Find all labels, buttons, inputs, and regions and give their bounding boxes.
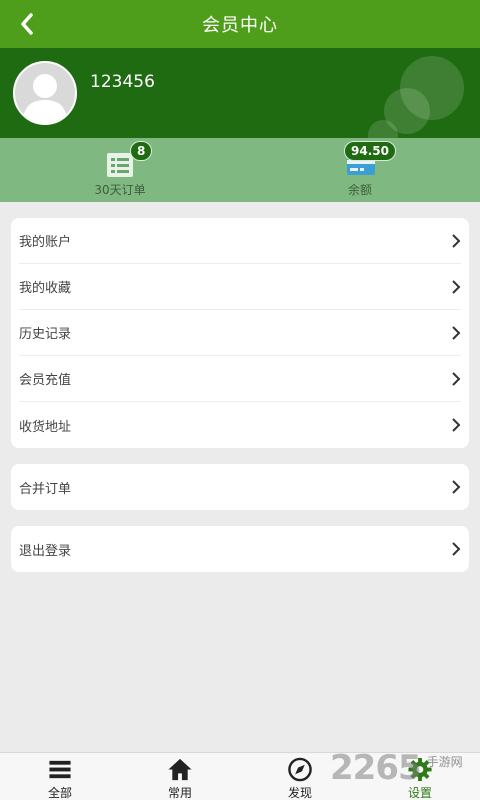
profile-header: 123456 [0,48,480,138]
menu-item-label: 退出登录 [19,543,72,559]
chevron-right-icon [452,233,461,248]
menu-item-recharge[interactable]: 会员充值 [19,356,461,402]
chevron-right-icon [452,279,461,294]
nav-label: 全部 [47,786,72,800]
nav-all[interactable]: 全部 [0,753,120,800]
home-icon [168,758,192,781]
account-menu-card: 我的账户 我的收藏 历史记录 会员充值 收货地址 [11,218,469,448]
logout-card: 退出登录 [11,526,469,572]
menu-item-merge-orders[interactable]: 合并订单 [19,464,461,510]
user-avatar-icon [23,74,67,123]
chevron-left-icon [21,13,33,35]
watermark-text: 手游网 [426,754,463,769]
orders-30d-label: 30天订单 [94,183,146,197]
watermark-logo: 2265 手游网 [330,748,463,788]
balance-label: 余额 [347,183,372,197]
menu-item-label: 我的收藏 [19,281,72,296]
nav-label: 发现 [287,786,312,800]
orders-count-badge: 8 [130,141,153,161]
orders-30d-stat[interactable]: 8 30天订单 [0,138,240,202]
menu-item-label: 收货地址 [19,419,72,435]
chevron-right-icon [452,371,461,386]
back-button[interactable] [10,8,44,40]
nav-common[interactable]: 常用 [120,753,240,800]
list-icon [106,151,134,179]
menu-item-favorites[interactable]: 我的收藏 [19,264,461,310]
balance-badge: 94.50 [344,141,396,161]
watermark-number: 2265 [330,748,422,788]
chevron-right-icon [452,542,461,556]
compass-icon [288,757,312,782]
stats-bar: 8 30天订单 94.50 余额 [0,138,480,202]
menu-item-my-account[interactable]: 我的账户 [19,218,461,264]
chevron-right-icon [452,480,461,494]
page-title: 会员中心 [202,15,278,36]
menu-icon [49,760,71,779]
merge-orders-card: 合并订单 [11,464,469,510]
avatar[interactable] [13,61,77,125]
nav-label: 常用 [167,786,192,800]
menu-item-label: 我的账户 [19,235,72,250]
menu-item-history[interactable]: 历史记录 [19,310,461,356]
balance-stat[interactable]: 94.50 余额 [240,138,480,202]
top-bar: 会员中心 [0,0,480,48]
menu-item-label: 合并订单 [19,481,72,497]
menu-item-label: 会员充值 [19,373,72,388]
chevron-right-icon [452,325,461,340]
username: 123456 [90,72,155,92]
menu-item-logout[interactable]: 退出登录 [19,526,461,572]
menu-item-address[interactable]: 收货地址 [19,402,461,448]
menu-item-label: 历史记录 [19,327,72,342]
chevron-right-icon [452,418,461,432]
